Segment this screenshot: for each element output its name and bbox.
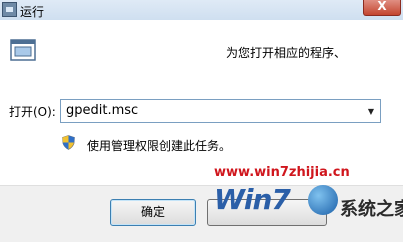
close-icon: X [377, 0, 387, 13]
open-field-label: 打开(O): [9, 105, 56, 119]
run-dialog: 运行 X 为您打开相应的程序、 打开(O): gpedit.msc ▼ 使用管理… [0, 0, 403, 242]
prompt-text: 为您打开相应的程序、 [226, 46, 347, 60]
title-bar: 运行 X [0, 0, 403, 20]
uac-shield-icon [62, 135, 75, 150]
ok-button[interactable]: 确定 [110, 199, 196, 226]
close-button[interactable]: X [363, 0, 401, 16]
chevron-down-icon[interactable]: ▼ [362, 100, 380, 122]
watermark-logo: Win7 系统之家 [212, 183, 403, 239]
watermark-url: www.win7zhijia.cn [214, 165, 350, 180]
open-combobox[interactable]: gpedit.msc ▼ [60, 99, 381, 123]
window-title: 运行 [20, 5, 45, 19]
admin-notice: 使用管理权限创建此任务。 [87, 139, 232, 153]
open-input-value[interactable]: gpedit.msc [66, 103, 138, 118]
logo-latin-text: Win7 [214, 183, 291, 216]
run-program-icon [10, 39, 36, 61]
run-app-icon [2, 2, 17, 17]
logo-globe-icon [308, 185, 338, 215]
logo-cjk-text: 系统之家 [340, 199, 403, 220]
